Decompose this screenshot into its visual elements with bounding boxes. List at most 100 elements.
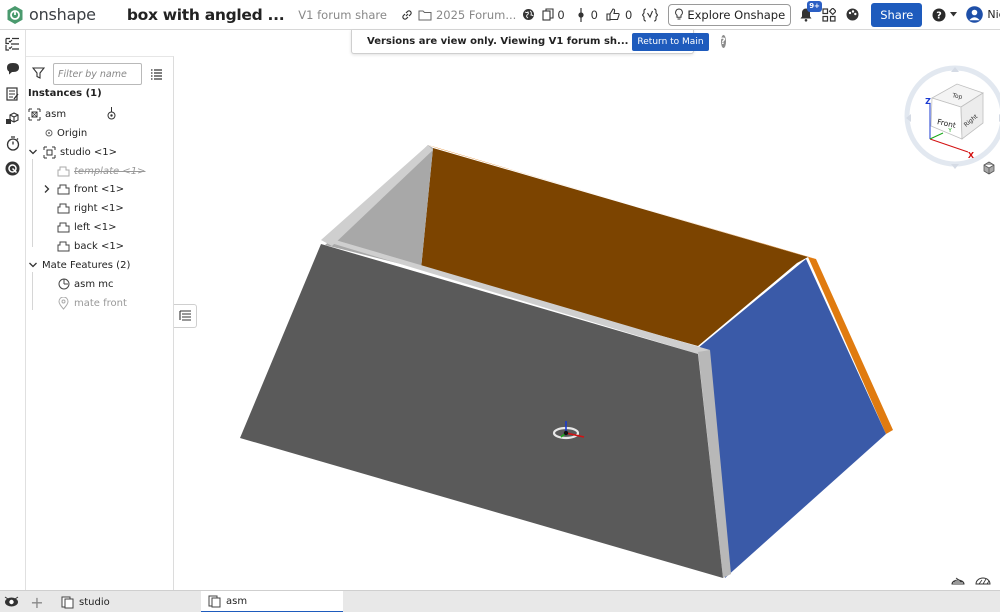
version-graph-icon[interactable] [577, 7, 585, 22]
user-name[interactable]: Nick Papageorge (Persona [987, 8, 1000, 21]
view-cube[interactable]: Top Front Right Z X Y [904, 65, 1000, 169]
apps-grid-icon[interactable] [822, 7, 837, 22]
tree-item-asm-mc[interactable]: asm mc [57, 275, 114, 293]
chevron-down-icon[interactable] [28, 260, 38, 270]
assembly-tab-icon [208, 595, 222, 608]
viewcube-axis-y: Y [947, 128, 952, 134]
tree-item-front[interactable]: front <1> [57, 180, 124, 198]
chevron-down-icon[interactable] [28, 147, 38, 157]
tree-item-template[interactable]: template <1> [57, 162, 145, 180]
list-view-icon[interactable] [150, 68, 163, 83]
section-view-icon[interactable] [951, 577, 965, 585]
banner-message: Versions are view only. Viewing V1 forum… [367, 36, 629, 47]
render-studio-icon[interactable] [4, 160, 21, 177]
graphics-viewport[interactable]: Top Front Right Z X Y [175, 56, 1000, 590]
tree-item-right[interactable]: right <1> [57, 199, 124, 217]
part-instance-icon [57, 202, 70, 215]
assembly-tab-icon [61, 596, 75, 609]
notifications-badge: 9+ [807, 1, 822, 12]
help-icon: ? [932, 8, 946, 21]
notifications-button[interactable]: 9+ [799, 1, 822, 22]
help-menu[interactable]: ? [932, 8, 958, 22]
tab-studio[interactable]: studio [52, 591, 197, 612]
tree-item-mate-front[interactable]: mate front [57, 294, 127, 312]
folder-icon[interactable] [418, 9, 432, 21]
animation-timer-icon[interactable] [4, 135, 21, 152]
add-tab-button[interactable]: + [26, 591, 48, 612]
view-options-cube-icon[interactable] [983, 161, 995, 175]
svg-text:?: ? [937, 10, 943, 21]
share-button[interactable]: Share [871, 2, 923, 27]
viewcube-axis-z: Z [925, 97, 931, 106]
copy-workspace-icon[interactable] [542, 8, 554, 21]
tab-manager-icon[interactable] [4, 595, 19, 611]
user-avatar[interactable] [966, 6, 984, 23]
tab-asm[interactable]: asm [201, 591, 343, 612]
version-banner: Versions are view only. Viewing V1 forum… [351, 30, 726, 54]
globe-icon[interactable] [522, 8, 535, 21]
fastened-mate-icon [57, 296, 70, 310]
tree-item-label: left <1> [74, 221, 117, 233]
origin-icon [44, 127, 53, 140]
tree-item-asm[interactable]: asm [28, 105, 66, 123]
bill-of-materials-icon[interactable] [4, 85, 21, 102]
tree-item-label: template <1> [74, 165, 146, 177]
viewcube-axis-x: X [968, 151, 975, 160]
tree-item-left[interactable]: left <1> [57, 218, 117, 236]
onshape-logo-icon[interactable] [6, 5, 24, 25]
filter-icon[interactable] [31, 67, 46, 83]
fixed-ground-icon[interactable] [107, 107, 116, 123]
likes-count: 0 [625, 7, 633, 22]
part-instance-icon [57, 165, 70, 178]
comments-icon[interactable] [4, 60, 21, 77]
document-title[interactable]: box with angled ... [127, 6, 285, 24]
explore-onshape-button[interactable]: Explore Onshape [668, 3, 792, 26]
tree-item-label: front <1> [74, 183, 125, 195]
tab-label: asm [226, 595, 248, 607]
chevron-down-icon [950, 12, 958, 17]
insert-parts-icon[interactable] [4, 110, 21, 127]
return-to-main-button[interactable]: Return to Main [632, 32, 709, 51]
tree-item-mate-features[interactable]: Mate Features (2) [42, 256, 130, 274]
versions-count: 0 [590, 7, 598, 22]
branches-count: 0 [557, 7, 565, 22]
render-mode-icon[interactable] [975, 577, 991, 585]
tree-item-label: asm mc [74, 278, 114, 290]
subassembly-icon [43, 146, 56, 159]
feature-list-icon[interactable] [4, 35, 21, 52]
instance-list-panel: Instances (1) asm Origin studio <1> temp… [26, 56, 174, 590]
tab-label: studio [79, 596, 110, 608]
part-instance-icon [57, 221, 70, 234]
folder-name[interactable]: 2025 Forum... [436, 8, 516, 22]
explore-onshape-label: Explore Onshape [687, 7, 786, 22]
menu-icon[interactable] [106, 9, 119, 20]
left-tool-rail [0, 30, 26, 590]
tree-item-label: right <1> [74, 202, 124, 214]
tree-item-label: Origin [57, 127, 88, 139]
link-icon[interactable] [401, 9, 413, 21]
tree-guide-line [32, 272, 33, 310]
appearance-palette-icon[interactable] [846, 8, 859, 21]
tree-item-studio[interactable]: studio <1> [43, 143, 117, 161]
tree-item-label: mate front [74, 297, 127, 309]
tree-item-back[interactable]: back <1> [57, 237, 124, 255]
tree-item-label: Mate Features (2) [42, 259, 131, 271]
version-name[interactable]: V1 forum share [298, 8, 387, 22]
banner-help-icon[interactable]: ? [720, 35, 726, 48]
app-name[interactable]: onshape [29, 5, 96, 24]
variables-icon[interactable] [642, 7, 659, 22]
tree-guide-line [32, 159, 33, 247]
lightbulb-icon [675, 8, 684, 20]
part-instance-icon [57, 240, 70, 253]
filter-by-name-input[interactable] [53, 63, 142, 85]
chevron-right-icon[interactable] [42, 184, 52, 194]
tree-item-label: asm [45, 108, 67, 120]
part-instance-icon [57, 183, 70, 196]
bottom-tab-bar: + studio asm [0, 590, 1000, 612]
like-icon[interactable] [606, 8, 620, 21]
filter-row [26, 63, 174, 85]
assembly-icon [28, 108, 41, 121]
mate-connector-icon [57, 278, 70, 291]
instances-heading: Instances (1) [28, 88, 102, 99]
tree-item-origin[interactable]: Origin [44, 124, 87, 142]
